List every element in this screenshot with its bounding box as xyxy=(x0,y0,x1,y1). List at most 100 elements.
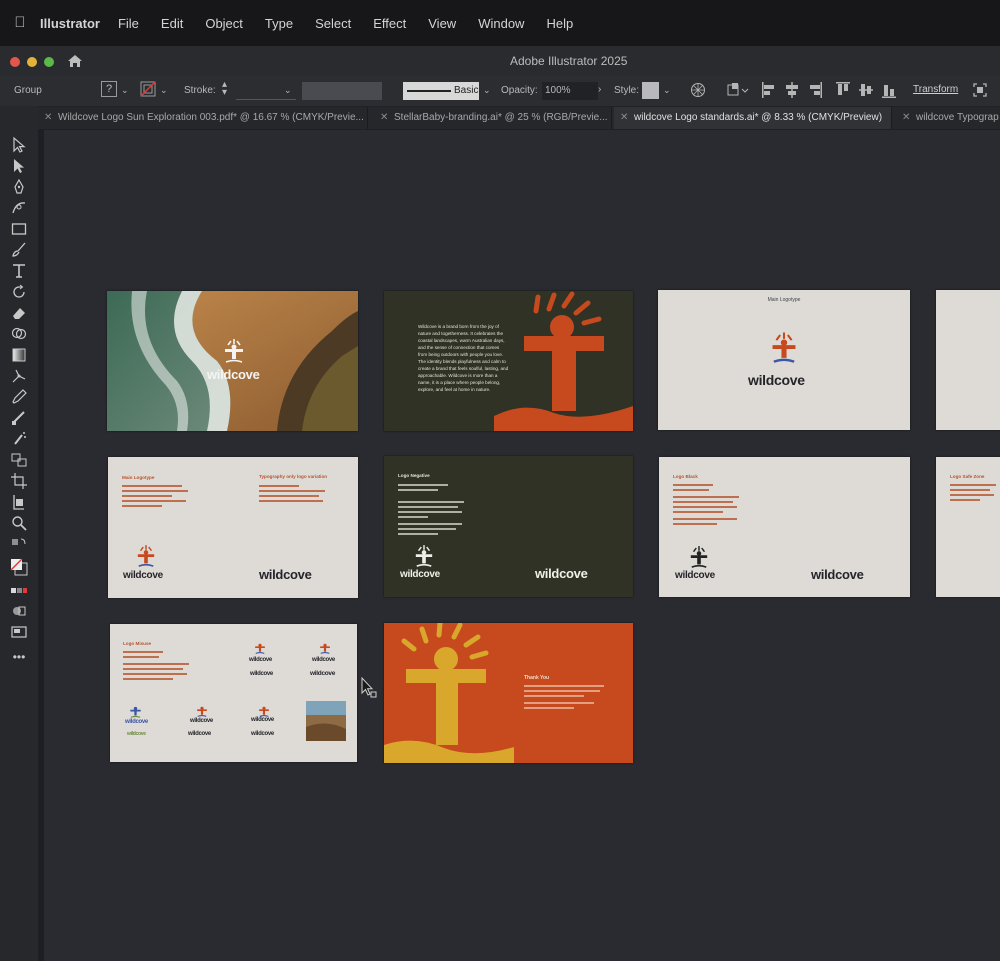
tab-sun-exploration[interactable]: ✕ Wildcove Logo Sun Exploration 003.pdf*… xyxy=(38,107,368,129)
window-titlebar: Adobe Illustrator 2025 xyxy=(0,46,1000,76)
artboard-cover[interactable]: wildcove xyxy=(107,291,358,431)
stroke-swatch-none-icon[interactable] xyxy=(140,81,156,97)
artboard-title: Main Logotype xyxy=(767,297,801,303)
opacity-input[interactable]: 100% xyxy=(542,82,598,100)
wordmark-text: wildcove xyxy=(251,717,274,723)
tab-stellarbaby-branding[interactable]: ✕ StellarBaby-branding.ai* @ 25 % (RGB/P… xyxy=(374,107,612,129)
close-icon[interactable]: ✕ xyxy=(620,107,628,129)
wordmark-text: wildcove xyxy=(207,367,260,382)
brush-chevron-down-icon[interactable]: ⌄ xyxy=(483,85,491,96)
blend-tool-icon[interactable] xyxy=(10,409,28,427)
isolate-selection-icon[interactable] xyxy=(972,82,988,98)
align-top-icon[interactable] xyxy=(835,81,851,99)
align-bottom-icon[interactable] xyxy=(881,81,897,99)
close-icon[interactable]: ✕ xyxy=(44,107,52,129)
zoom-tool-icon[interactable] xyxy=(10,514,28,532)
align-to-selection-icon[interactable] xyxy=(726,82,750,98)
artboard-thank-you[interactable]: Thank You xyxy=(384,623,633,763)
menu-view[interactable]: View xyxy=(428,16,456,31)
stroke-weight-stepper[interactable]: ▴ ▾ xyxy=(222,80,227,98)
eraser-tool-icon[interactable] xyxy=(10,304,28,322)
transform-link[interactable]: Transform xyxy=(913,84,958,95)
align-left-icon[interactable] xyxy=(761,81,777,99)
style-label: Style: xyxy=(614,85,640,96)
fill-swatch[interactable]: ? xyxy=(101,81,117,97)
align-right-icon[interactable] xyxy=(807,81,823,99)
artboard-logo-black[interactable]: Logo Black wildcove wildcove xyxy=(659,457,910,597)
color-mode-icon[interactable] xyxy=(10,582,28,600)
opacity-chevron-right-icon[interactable]: › xyxy=(598,84,601,95)
slice-tool-icon[interactable] xyxy=(10,493,28,511)
canvas-area[interactable]: wildcove Wildcove is a brand born from t… xyxy=(44,130,1000,961)
artboard-logotype-variations[interactable]: Main Logotype Typography only logo varia… xyxy=(108,457,358,598)
type-tool-icon[interactable] xyxy=(10,262,28,280)
drawing-mode-icon[interactable] xyxy=(10,602,28,620)
wordmark-text: wildcove xyxy=(188,731,211,737)
document-tabs: ✕ Wildcove Logo Sun Exploration 003.pdf*… xyxy=(38,107,1000,129)
align-horizontal-center-icon[interactable] xyxy=(784,81,800,99)
artboard-main-logotype[interactable]: Main Logotype wildcove xyxy=(658,290,910,430)
artboard-tool-icon[interactable] xyxy=(10,472,28,490)
tab-typography[interactable]: ✕ wildcove Typograp xyxy=(896,107,1000,129)
align-vertical-center-icon[interactable] xyxy=(858,81,874,99)
menu-edit[interactable]: Edit xyxy=(161,16,183,31)
menu-effect[interactable]: Effect xyxy=(373,16,406,31)
menu-app-name[interactable]: Illustrator xyxy=(40,16,100,31)
gradient-tool-icon[interactable] xyxy=(10,346,28,364)
artboard-logo-safe-zone[interactable]: Logo Safe Zone xyxy=(936,457,1000,597)
apple-icon[interactable]:  xyxy=(12,15,28,31)
artboard-partial-1[interactable] xyxy=(936,290,1000,430)
menu-select[interactable]: Select xyxy=(315,16,351,31)
selection-tool-icon[interactable] xyxy=(10,136,28,154)
shape-builder-tool-icon[interactable] xyxy=(10,325,28,343)
fill-dropdown-chevron-down-icon[interactable]: ⌄ xyxy=(121,85,129,96)
screen-mode-icon[interactable] xyxy=(10,623,28,641)
recolor-artwork-icon[interactable] xyxy=(690,82,706,98)
wordmark-text: wildcove xyxy=(259,567,312,582)
stroke-weight-chevron-down-icon[interactable]: ⌄ xyxy=(284,85,292,96)
close-icon[interactable]: ✕ xyxy=(380,107,388,129)
fill-stroke-swatch-icon[interactable] xyxy=(10,558,28,576)
rotate-tool-icon[interactable] xyxy=(10,283,28,301)
tab-logo-standards[interactable]: ✕ wildcove Logo standards.ai* @ 8.33 % (… xyxy=(614,107,892,129)
style-chevron-down-icon[interactable]: ⌄ xyxy=(663,85,671,96)
artboard-title: Main Logotype xyxy=(122,475,155,480)
menu-window[interactable]: Window xyxy=(478,16,524,31)
swap-fill-stroke-icon[interactable] xyxy=(10,536,28,554)
stroke-dropdown-chevron-down-icon[interactable]: ⌄ xyxy=(160,85,168,96)
eyedropper-tool-icon[interactable] xyxy=(10,388,28,406)
artboard-title: Logo Black xyxy=(673,474,698,479)
menu-type[interactable]: Type xyxy=(265,16,293,31)
text-line: explore, and feel at home in nature. xyxy=(418,387,491,392)
wordmark-text: wildcove xyxy=(312,657,335,663)
paintbrush-tool-icon[interactable] xyxy=(10,241,28,259)
wordmark-text: wildcove xyxy=(675,570,715,581)
wordmark-text: wildcove xyxy=(127,731,146,737)
rectangle-tool-icon[interactable] xyxy=(10,220,28,238)
artboard-logo-negative[interactable]: Logo Negative wildcove wildcove xyxy=(384,456,633,597)
sun-figure-illustration xyxy=(384,623,514,763)
wordmark-text: wildcove xyxy=(250,671,273,677)
column-graph-tool-icon[interactable] xyxy=(10,451,28,469)
wildcove-logo-mark xyxy=(255,643,265,654)
menu-file[interactable]: File xyxy=(118,16,139,31)
body-text-block xyxy=(259,485,329,505)
artboard-logo-misuse[interactable]: Logo Misuse wildcove wildcove wildcove w… xyxy=(110,624,357,762)
menu-object[interactable]: Object xyxy=(205,16,243,31)
control-bar: Group ? ⌄ ⌄ Stroke: ▴ ▾ ⌄ Basic ⌄ Opacity… xyxy=(0,76,1000,107)
symbol-sprayer-tool-icon[interactable] xyxy=(10,430,28,448)
more-tools-icon[interactable]: ••• xyxy=(10,651,28,670)
curvature-tool-icon[interactable] xyxy=(10,199,28,217)
brush-label: Basic xyxy=(454,85,479,96)
artboard-brand-story[interactable]: Wildcove is a brand born from the joy of… xyxy=(384,291,633,431)
artboard-title: Thank You xyxy=(524,675,550,681)
mesh-tool-icon[interactable] xyxy=(10,367,28,385)
artboard-title: Typography only logo variation xyxy=(259,474,328,479)
close-icon[interactable]: ✕ xyxy=(902,107,910,129)
direct-selection-tool-icon[interactable] xyxy=(10,157,28,175)
pen-tool-icon[interactable] xyxy=(10,178,28,196)
variable-width-profile[interactable] xyxy=(302,82,382,100)
menu-help[interactable]: Help xyxy=(546,16,573,31)
graphic-style-swatch[interactable] xyxy=(642,82,659,99)
brush-definition[interactable]: Basic xyxy=(403,82,479,100)
